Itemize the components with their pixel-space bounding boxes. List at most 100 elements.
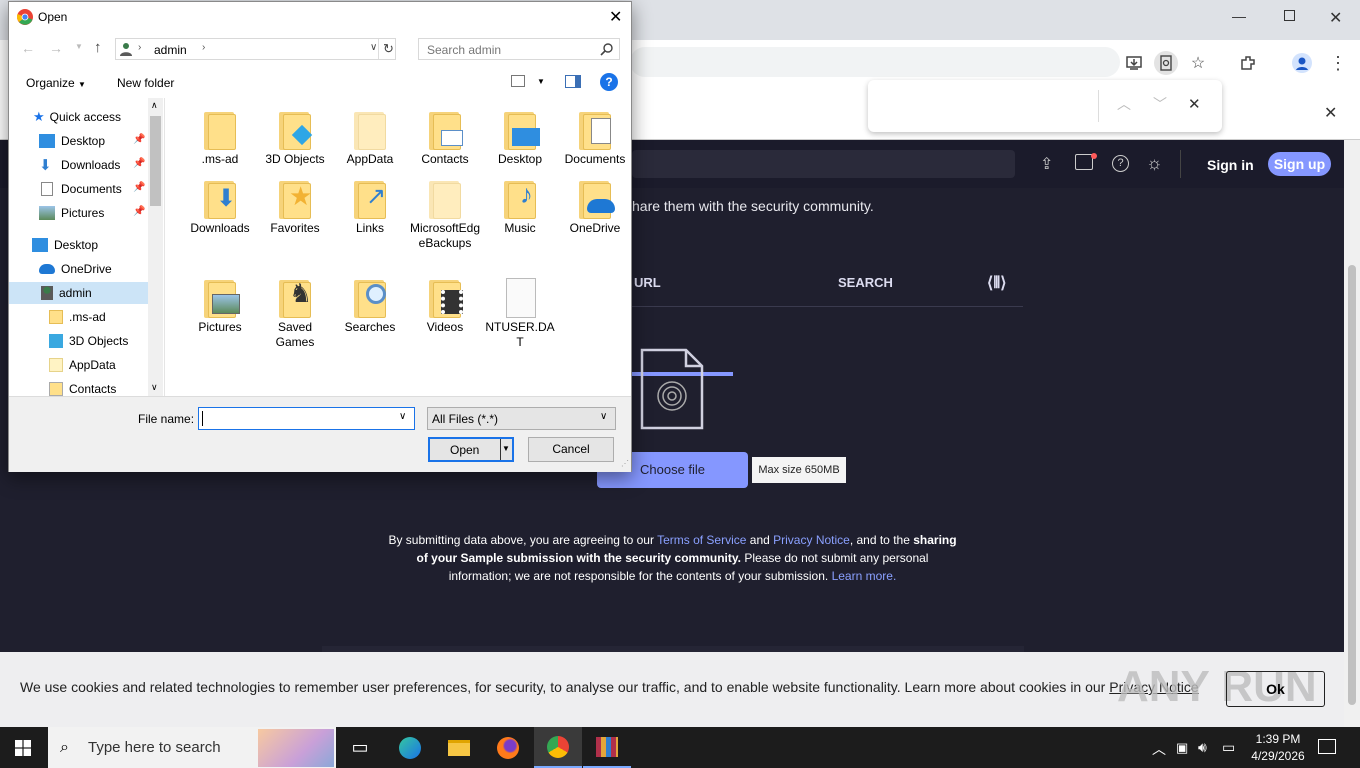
tray-chevron-icon[interactable]: ︿ bbox=[1152, 739, 1166, 759]
file-explorer-icon[interactable] bbox=[435, 727, 483, 768]
file-item-ntuser[interactable]: NTUSER.DAT bbox=[484, 278, 556, 350]
nav-pictures-pinned[interactable]: Pictures bbox=[39, 202, 104, 224]
firefox-icon[interactable] bbox=[484, 727, 532, 768]
find-in-page-icon[interactable] bbox=[1154, 51, 1178, 75]
chrome-taskbar-icon[interactable] bbox=[534, 727, 582, 768]
file-item-ms-ad[interactable]: .ms-ad bbox=[184, 110, 256, 167]
file-item-searches[interactable]: Searches bbox=[334, 278, 406, 335]
file-item-links[interactable]: ↗ Links bbox=[334, 179, 406, 236]
browser-menu-icon[interactable]: ⋮ bbox=[1326, 51, 1350, 75]
organize-menu[interactable]: Organize ▼ bbox=[26, 76, 86, 90]
terms-link[interactable]: Terms of Service bbox=[657, 533, 746, 547]
nav-scrollbar-thumb[interactable] bbox=[150, 116, 161, 206]
file-item-saved-games[interactable]: ♞ Saved Games bbox=[259, 278, 331, 350]
find-input[interactable] bbox=[878, 92, 1098, 120]
taskbar-search-box[interactable]: ⌕ Type here to search bbox=[48, 727, 336, 768]
open-button[interactable]: Open ▼ bbox=[428, 437, 514, 462]
sign-up-button[interactable]: Sign up bbox=[1268, 152, 1331, 176]
upload-icon[interactable]: ⇪ bbox=[1040, 154, 1053, 174]
nav-documents-pinned[interactable]: Documents bbox=[39, 178, 122, 200]
windows-start-icon[interactable] bbox=[15, 740, 31, 756]
find-previous-icon[interactable]: ︿ bbox=[1117, 94, 1131, 114]
nav-ms-ad[interactable]: .ms-ad bbox=[49, 306, 106, 328]
page-scrollbar-thumb[interactable] bbox=[1348, 265, 1356, 705]
help-icon[interactable]: ? bbox=[600, 73, 618, 91]
settings-sliders-icon[interactable]: ⟨⦀⟩ bbox=[987, 273, 1007, 293]
file-item-appdata[interactable]: AppData bbox=[334, 110, 406, 167]
dialog-close-icon[interactable]: ✕ bbox=[609, 7, 622, 27]
file-item-documents[interactable]: Documents bbox=[559, 110, 631, 167]
infobar-close-icon[interactable]: ✕ bbox=[1324, 103, 1337, 123]
file-item-favorites[interactable]: ★ Favorites bbox=[259, 179, 331, 236]
bookmark-star-icon[interactable]: ☆ bbox=[1186, 51, 1210, 75]
window-close-button[interactable]: ✕ bbox=[1329, 8, 1342, 28]
new-folder-button[interactable]: New folder bbox=[117, 76, 174, 90]
file-item-desktop[interactable]: Desktop bbox=[484, 110, 556, 167]
meet-now-icon[interactable]: ▣ bbox=[1176, 740, 1188, 756]
find-next-icon[interactable]: ﹀ bbox=[1153, 94, 1167, 114]
preview-pane-icon[interactable] bbox=[565, 75, 581, 88]
extensions-icon[interactable] bbox=[1236, 51, 1260, 75]
file-item-edgebackups[interactable]: MicrosoftEdgeBackups bbox=[409, 179, 481, 251]
install-app-icon[interactable] bbox=[1122, 51, 1146, 75]
task-view-icon[interactable]: ▭ bbox=[336, 727, 384, 768]
sign-in-link[interactable]: Sign in bbox=[1207, 157, 1254, 173]
address-dropdown-icon[interactable]: ∨ bbox=[370, 42, 377, 53]
address-box[interactable]: › admin › ∨ ↻ bbox=[115, 38, 396, 60]
edge-browser-icon[interactable] bbox=[386, 727, 434, 768]
recent-dropdown-icon[interactable]: ▼ bbox=[75, 42, 83, 51]
tab-url[interactable]: URL bbox=[634, 275, 661, 290]
window-minimize-button[interactable]: — bbox=[1232, 8, 1246, 24]
notification-center-icon[interactable] bbox=[1318, 739, 1336, 754]
file-item-videos[interactable]: Videos bbox=[409, 278, 481, 335]
file-item-pictures[interactable]: Pictures bbox=[184, 278, 256, 335]
nav-scrollbar[interactable]: ∧ ∨ bbox=[148, 98, 163, 396]
scroll-down-icon[interactable]: ∨ bbox=[151, 382, 158, 393]
forward-arrow-icon[interactable]: → bbox=[49, 40, 63, 56]
refresh-icon[interactable]: ↻ bbox=[383, 41, 394, 57]
cookie-ok-button[interactable]: Ok bbox=[1226, 671, 1325, 707]
back-arrow-icon[interactable]: ← bbox=[21, 40, 35, 56]
file-item-onedrive[interactable]: OneDrive bbox=[559, 179, 631, 236]
file-label: Contacts bbox=[421, 152, 469, 166]
volume-icon[interactable]: 🔊︎ bbox=[1198, 739, 1207, 756]
nav-admin[interactable]: admin bbox=[9, 282, 148, 304]
find-close-icon[interactable]: ✕ bbox=[1188, 95, 1201, 113]
window-maximize-button[interactable] bbox=[1284, 10, 1295, 21]
file-type-select[interactable]: All Files (*.*) ∨ bbox=[427, 407, 616, 430]
file-item-3d-objects[interactable]: 3D Objects bbox=[259, 110, 331, 167]
search-icon[interactable] bbox=[600, 42, 614, 56]
nav-desktop-pinned[interactable]: Desktop bbox=[39, 130, 105, 152]
view-options-icon[interactable] bbox=[511, 75, 525, 87]
tab-search[interactable]: SEARCH bbox=[838, 275, 893, 290]
file-item-music[interactable]: ♪ Music bbox=[484, 179, 556, 236]
dialog-search-box[interactable]: Search admin bbox=[418, 38, 620, 60]
profile-avatar[interactable] bbox=[1290, 51, 1314, 75]
nav-downloads-pinned[interactable]: ⬇ Downloads bbox=[39, 154, 120, 176]
up-arrow-icon[interactable]: ↑ bbox=[94, 39, 102, 56]
network-icon[interactable]: ▭ bbox=[1222, 739, 1235, 756]
privacy-link[interactable]: Privacy Notice bbox=[773, 533, 850, 547]
winrar-icon[interactable] bbox=[583, 727, 631, 768]
file-name-input[interactable]: ∨ bbox=[198, 407, 415, 430]
file-item-contacts[interactable]: Contacts bbox=[409, 110, 481, 167]
cancel-button[interactable]: Cancel bbox=[528, 437, 614, 462]
address-bar[interactable] bbox=[630, 47, 1120, 77]
nav-desktop[interactable]: Desktop bbox=[32, 234, 98, 256]
open-dropdown-icon[interactable]: ▼ bbox=[502, 444, 510, 453]
nav-appdata[interactable]: AppData bbox=[49, 354, 116, 376]
view-dropdown-icon[interactable]: ▼ bbox=[537, 77, 545, 86]
address-text[interactable]: admin bbox=[154, 43, 187, 57]
scroll-up-icon[interactable]: ∧ bbox=[151, 100, 158, 111]
nav-onedrive[interactable]: OneDrive bbox=[39, 258, 112, 280]
nav-quick-access[interactable]: ★ Quick access bbox=[33, 106, 121, 128]
resize-grip-icon[interactable]: ⋰ bbox=[621, 459, 629, 468]
taskbar-clock[interactable]: 1:39 PM 4/29/2026 bbox=[1246, 731, 1310, 765]
theme-toggle-icon[interactable]: ☼ bbox=[1146, 153, 1163, 174]
file-item-downloads[interactable]: ⬇ Downloads bbox=[184, 179, 256, 236]
site-search-input[interactable] bbox=[632, 150, 1015, 178]
file-name-dropdown-icon[interactable]: ∨ bbox=[399, 411, 406, 422]
learn-more-link[interactable]: Learn more. bbox=[832, 569, 897, 583]
nav-3d-objects[interactable]: 3D Objects bbox=[49, 330, 128, 352]
help-icon[interactable]: ? bbox=[1112, 155, 1129, 172]
